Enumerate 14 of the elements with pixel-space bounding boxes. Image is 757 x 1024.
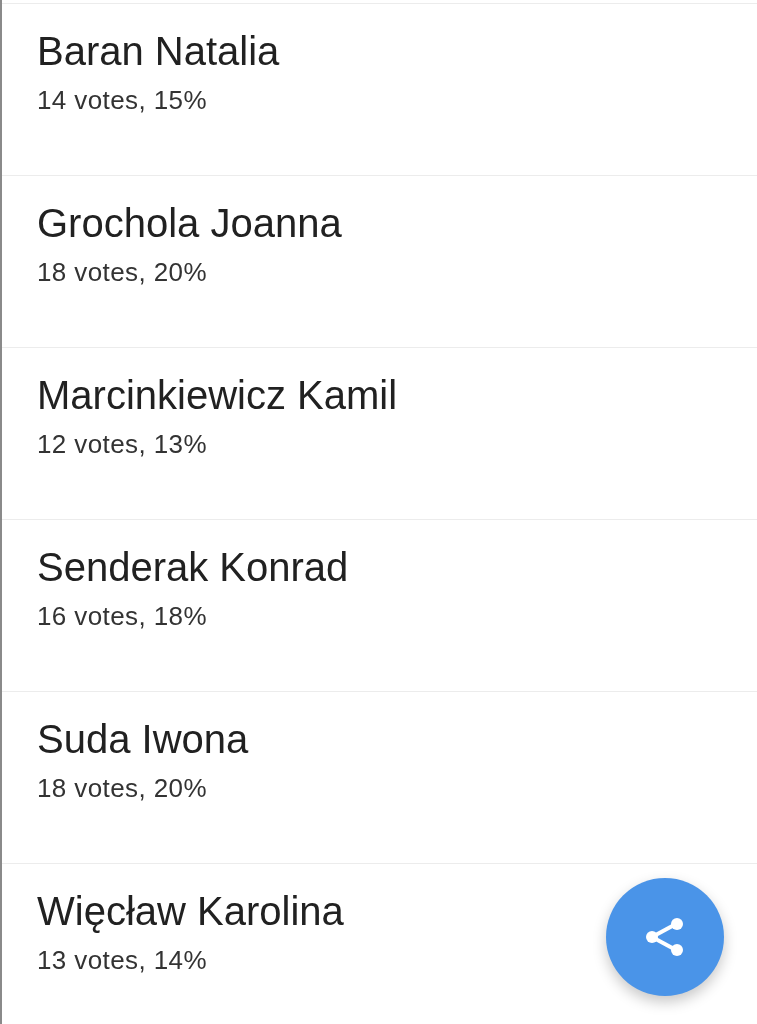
candidate-name: Marcinkiewicz Kamil	[37, 372, 398, 418]
candidate-name: Baran Natalia	[37, 28, 280, 74]
share-icon	[644, 916, 686, 958]
vote-count: 13 votes, 14%	[37, 945, 207, 975]
candidate-name: Grochola Joanna	[37, 200, 342, 246]
candidate-name: Suda Iwona	[37, 716, 249, 762]
vote-count: 14 votes, 15%	[37, 85, 207, 115]
share-button[interactable]	[606, 878, 724, 996]
candidate-name: Senderak Konrad	[37, 544, 349, 590]
vote-count: 18 votes, 20%	[37, 773, 207, 803]
vote-count: 18 votes, 20%	[37, 257, 207, 287]
vote-count: 12 votes, 13%	[37, 429, 207, 459]
vote-count: 16 votes, 18%	[37, 601, 207, 631]
candidate-name: Więcław Karolina	[37, 888, 344, 934]
